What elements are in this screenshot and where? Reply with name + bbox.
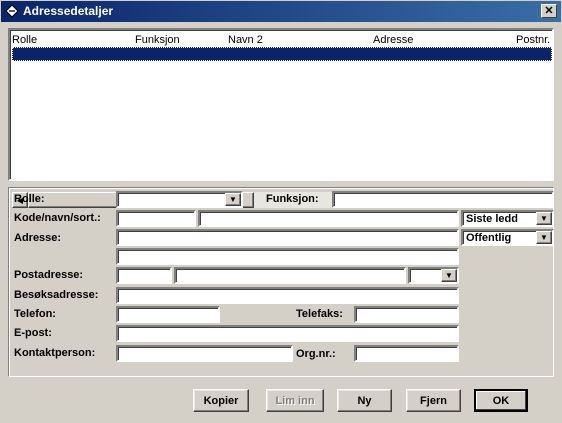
window-title: Adressedetaljer bbox=[23, 4, 114, 18]
besoksadresse-field[interactable] bbox=[116, 287, 459, 304]
column-header-funksjon[interactable]: Funksjon bbox=[135, 34, 180, 46]
rolle-label: Rolle: bbox=[14, 193, 45, 205]
country-dropdown-button[interactable]: ▼ bbox=[441, 269, 457, 282]
adresse-line1-field[interactable] bbox=[116, 229, 459, 246]
telefon-label: Telefon: bbox=[14, 308, 56, 320]
telefaks-label: Telefaks: bbox=[296, 308, 343, 320]
poststed-field[interactable] bbox=[174, 267, 406, 284]
column-header-rolle[interactable]: Rolle bbox=[12, 34, 37, 46]
visibility-select[interactable]: Offentlig ▼ bbox=[461, 229, 554, 246]
kopier-button[interactable]: Kopier bbox=[193, 389, 249, 412]
column-header-navn2[interactable]: Navn 2 bbox=[228, 34, 263, 46]
visibility-select-value: Offentlig bbox=[466, 232, 512, 244]
fjern-button[interactable]: Fjern bbox=[406, 389, 461, 412]
column-header-adresse[interactable]: Adresse bbox=[373, 34, 413, 46]
kontaktperson-label: Kontaktperson: bbox=[14, 347, 96, 359]
lim-inn-button[interactable]: Lim inn bbox=[266, 389, 324, 412]
focus-rectangle bbox=[12, 47, 552, 61]
app-icon bbox=[5, 4, 19, 18]
orgnr-label: Org.nr.: bbox=[296, 348, 336, 360]
funksjon-field[interactable] bbox=[332, 191, 554, 208]
title-bar: Adressedetaljer ✕ bbox=[0, 0, 562, 22]
chevron-down-icon: ▼ bbox=[540, 214, 548, 223]
epost-label: E-post: bbox=[14, 327, 52, 339]
orgnr-field[interactable] bbox=[354, 345, 459, 362]
funksjon-label: Funksjon: bbox=[266, 193, 319, 205]
ny-button[interactable]: Ny bbox=[337, 389, 392, 412]
close-button[interactable]: ✕ bbox=[541, 4, 557, 18]
adresse-line2-field[interactable] bbox=[116, 248, 459, 265]
sort-select[interactable]: Siste ledd ▼ bbox=[461, 210, 554, 227]
chevron-down-icon: ▼ bbox=[540, 233, 548, 242]
adresse-label: Adresse: bbox=[14, 232, 62, 244]
sort-dropdown-button[interactable]: ▼ bbox=[536, 212, 552, 225]
postadresse-label: Postadresse: bbox=[14, 269, 84, 281]
besoksadresse-label: Besøksadresse: bbox=[14, 289, 99, 301]
column-header-postnr[interactable]: Postnr. bbox=[516, 34, 550, 46]
telefaks-field[interactable] bbox=[354, 306, 459, 323]
kode-field[interactable] bbox=[116, 210, 196, 227]
telefon-field[interactable] bbox=[116, 306, 220, 323]
country-select[interactable]: ▼ bbox=[408, 267, 459, 284]
visibility-dropdown-button[interactable]: ▼ bbox=[536, 231, 552, 244]
kode-label: Kode/navn/sort.: bbox=[14, 212, 101, 224]
rolle-select[interactable]: ▼ bbox=[116, 191, 243, 208]
epost-field[interactable] bbox=[116, 325, 459, 342]
ok-button[interactable]: OK bbox=[474, 389, 528, 412]
chevron-down-icon: ▼ bbox=[229, 195, 237, 204]
sort-select-value: Siste ledd bbox=[466, 213, 518, 225]
postnr-field[interactable] bbox=[116, 267, 172, 284]
navn-field[interactable] bbox=[198, 210, 459, 227]
kontaktperson-field[interactable] bbox=[116, 345, 293, 362]
close-icon: ✕ bbox=[544, 4, 554, 17]
address-list[interactable]: Rolle Funksjon Navn 2 Adresse Postnr. ◀ … bbox=[8, 28, 554, 208]
rolle-dropdown-button[interactable]: ▼ bbox=[225, 193, 241, 206]
chevron-down-icon: ▼ bbox=[445, 271, 453, 280]
